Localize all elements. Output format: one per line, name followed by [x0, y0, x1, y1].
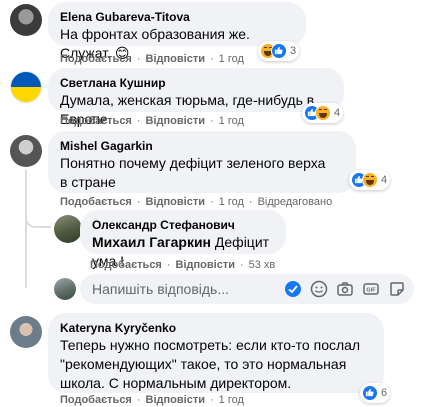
reply-button[interactable]: Відповісти [146, 196, 205, 208]
comment-author[interactable]: Elena Gubareva-Titova [60, 9, 294, 25]
sticker-icon[interactable] [388, 280, 406, 298]
timestamp[interactable]: 53 хв [249, 259, 276, 271]
reactions[interactable]: 4 [302, 103, 344, 123]
comment-author[interactable]: Светлана Кушнир [60, 75, 332, 91]
comment-actions: Подобається · Відповісти · 1 год [60, 53, 244, 65]
thread-line [25, 170, 27, 288]
mention-link[interactable]: Михаил Гагаркин [92, 234, 211, 250]
comment-author[interactable]: Mishel Gagarkin [60, 138, 344, 154]
reply-toolbar: GIF [284, 280, 406, 298]
like-button[interactable]: Подобається [60, 115, 132, 127]
reply-bubble: Олександр Стефанович Михаил Гагаркин Деф… [80, 210, 286, 269]
timestamp[interactable]: 1 год [219, 115, 244, 127]
reaction-count: 6 [381, 387, 388, 399]
camera-icon[interactable] [336, 280, 354, 298]
gif-icon[interactable]: GIF [362, 280, 380, 298]
haha-reaction-icon [362, 172, 378, 188]
comment-bubble: Kateryna Kyryčenko Теперь нужно посмотре… [48, 313, 384, 393]
avatar[interactable] [10, 135, 42, 167]
svg-text:GIF: GIF [366, 288, 376, 294]
avatar[interactable] [54, 215, 82, 243]
comment-actions: Подобається · Відповісти · 1 год [60, 115, 244, 127]
comment-text: Теперь нужно посмотреть: если кто-то пос… [60, 337, 361, 391]
comment-bubble: Светлана Кушнир Думала, женская тюрьма, … [48, 68, 344, 127]
comment-author[interactable]: Kateryna Kyryčenko [60, 320, 372, 336]
reply-author[interactable]: Олександр Стефанович [92, 217, 274, 233]
comment-bubble: Mishel Gagarkin Понятно почему дефіцит з… [48, 131, 356, 193]
comment-bubble: Elena Gubareva-Titova На фронтах образов… [48, 2, 306, 61]
timestamp[interactable]: 1 год [219, 196, 244, 208]
current-user-avatar [54, 278, 76, 300]
avatar-sticker-icon[interactable] [284, 280, 302, 298]
like-button[interactable]: Подобається [60, 53, 132, 65]
like-button[interactable]: Подобається [90, 259, 162, 271]
like-button[interactable]: Подобається [60, 394, 132, 406]
reply-button[interactable]: Відповісти [146, 115, 205, 127]
edited-label[interactable]: Відредаговано [258, 196, 333, 208]
like-reaction-icon [271, 43, 287, 59]
thread-branch [25, 210, 51, 228]
like-button[interactable]: Подобається [60, 196, 132, 208]
haha-reaction-icon [315, 105, 331, 121]
comment-text: Понятно почему дефіцит зеленого верха в … [60, 155, 326, 190]
avatar[interactable] [10, 71, 42, 103]
reply-placeholder: Напишіть відповідь... [92, 281, 229, 297]
reaction-count: 4 [381, 174, 388, 186]
reply-input[interactable]: Напишіть відповідь... GIF [80, 274, 414, 304]
comment-actions: Подобається · Відповісти · 1 год [60, 394, 244, 406]
reply-button[interactable]: Відповісти [176, 259, 235, 271]
timestamp[interactable]: 1 год [219, 53, 244, 65]
reactions[interactable]: 6 [360, 383, 391, 403]
reaction-count: 3 [290, 45, 297, 57]
reply-button[interactable]: Відповісти [146, 394, 205, 406]
reply-button[interactable]: Відповісти [146, 53, 205, 65]
like-reaction-icon [362, 385, 378, 401]
avatar[interactable] [10, 316, 42, 348]
reaction-count: 4 [334, 107, 341, 119]
emoji-icon[interactable] [310, 280, 328, 298]
timestamp[interactable]: 1 год [219, 394, 244, 406]
comment-actions: Подобається · Відповісти · 1 год · Відредагова… [60, 196, 333, 208]
reply-actions: Подобається · Відповісти · 53 хв [90, 259, 276, 271]
avatar[interactable] [10, 4, 42, 36]
reactions[interactable]: 3 [258, 41, 300, 61]
reactions[interactable]: 4 [349, 170, 391, 190]
